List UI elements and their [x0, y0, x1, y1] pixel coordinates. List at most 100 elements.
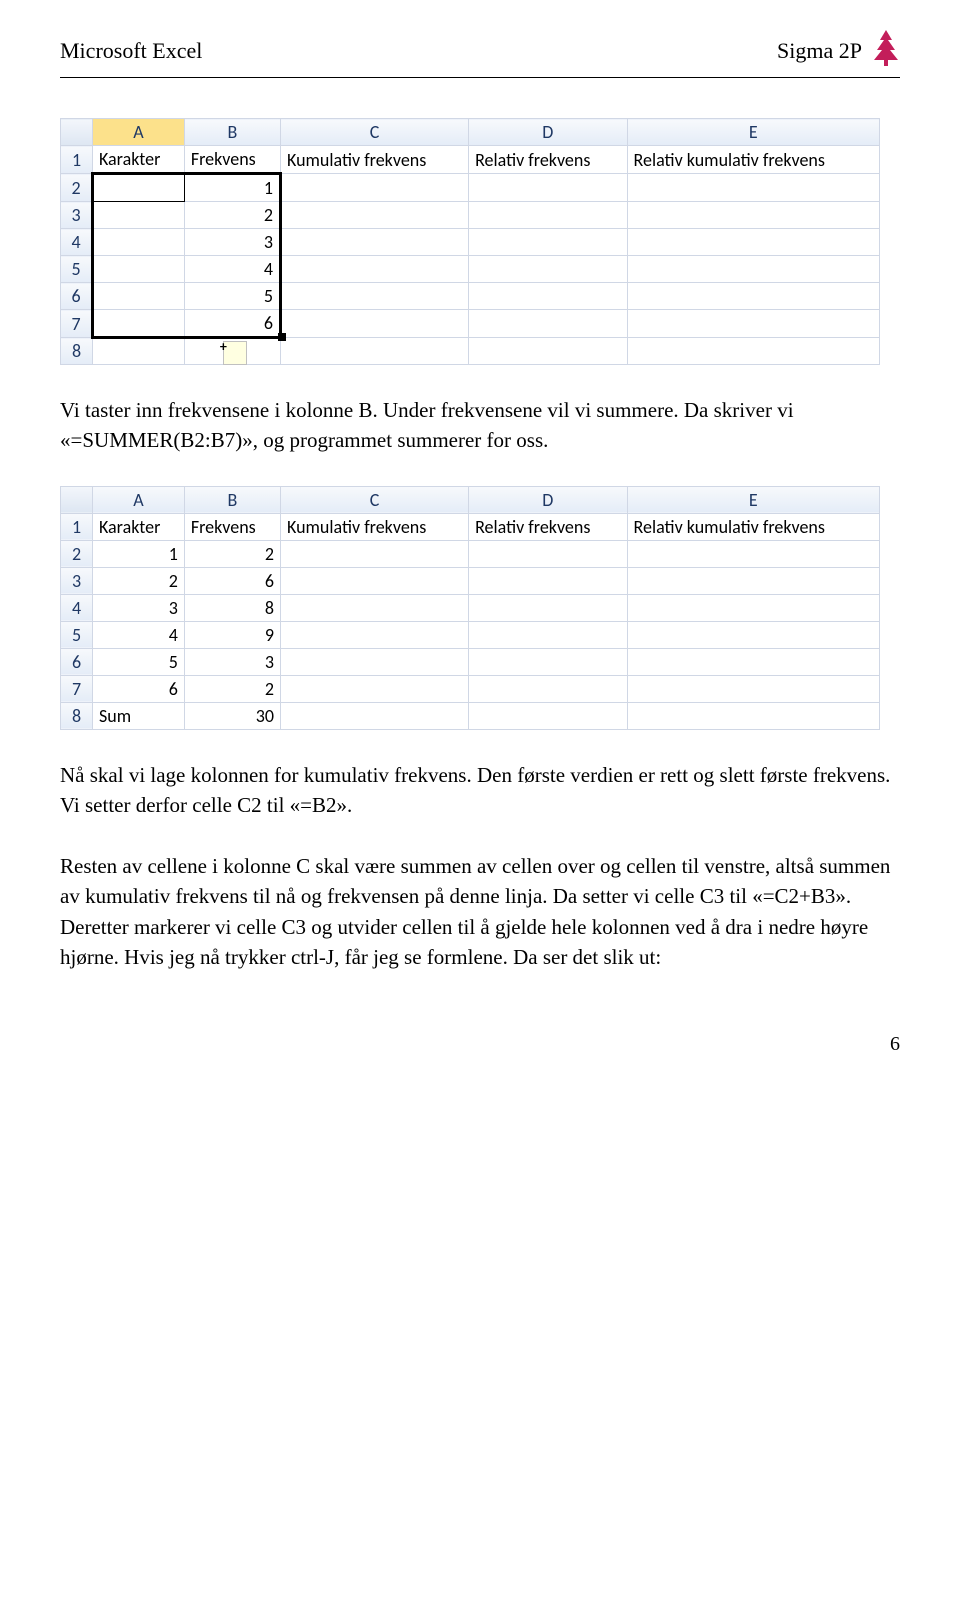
- cell[interactable]: Karakter: [93, 146, 185, 174]
- cell[interactable]: [281, 256, 469, 283]
- cell[interactable]: [469, 567, 627, 594]
- cell[interactable]: 4: [184, 256, 280, 283]
- cell[interactable]: Relativ kumulativ frekvens: [627, 146, 879, 174]
- cell[interactable]: 9: [184, 621, 280, 648]
- cell[interactable]: [627, 540, 879, 567]
- col-header-B[interactable]: B: [184, 119, 280, 146]
- row-header[interactable]: 6: [61, 648, 93, 675]
- cell[interactable]: 3: [93, 594, 185, 621]
- cell[interactable]: [627, 202, 879, 229]
- cell[interactable]: Sum: [93, 702, 185, 729]
- cell[interactable]: [469, 310, 627, 338]
- row-header[interactable]: 1: [61, 146, 93, 174]
- cell[interactable]: 2: [184, 540, 280, 567]
- row-header[interactable]: 6: [61, 283, 93, 310]
- cell[interactable]: [627, 338, 879, 365]
- row-header[interactable]: 7: [61, 675, 93, 702]
- cell[interactable]: [469, 174, 627, 202]
- cell[interactable]: [93, 229, 185, 256]
- col-header-C[interactable]: C: [281, 486, 469, 513]
- cell[interactable]: [93, 338, 185, 365]
- cell[interactable]: [469, 675, 627, 702]
- col-header-C[interactable]: C: [281, 119, 469, 146]
- cell[interactable]: [281, 338, 469, 365]
- row-header[interactable]: 2: [61, 174, 93, 202]
- cell[interactable]: 2: [93, 567, 185, 594]
- cell[interactable]: 6: [184, 310, 280, 338]
- cell[interactable]: 5: [93, 648, 185, 675]
- cell-selected[interactable]: [93, 174, 185, 202]
- cell[interactable]: Relativ kumulativ frekvens: [627, 513, 879, 540]
- cell[interactable]: 8: [184, 594, 280, 621]
- cell-fill-target[interactable]: [184, 338, 280, 365]
- cell[interactable]: [627, 648, 879, 675]
- cell[interactable]: 2: [184, 202, 280, 229]
- cell[interactable]: 1: [184, 174, 280, 202]
- cell[interactable]: 3: [184, 229, 280, 256]
- col-header-A[interactable]: A: [93, 486, 185, 513]
- cell[interactable]: [627, 310, 879, 338]
- cell[interactable]: Relativ frekvens: [469, 513, 627, 540]
- cell[interactable]: [627, 283, 879, 310]
- cell[interactable]: Kumulativ frekvens: [281, 513, 469, 540]
- cell[interactable]: [281, 567, 469, 594]
- cell[interactable]: 3: [184, 648, 280, 675]
- cell[interactable]: 30: [184, 702, 280, 729]
- cell[interactable]: [93, 256, 185, 283]
- cell[interactable]: 6: [184, 567, 280, 594]
- cell[interactable]: Frekvens: [184, 513, 280, 540]
- cell[interactable]: Kumulativ frekvens: [281, 146, 469, 174]
- row-header[interactable]: 4: [61, 229, 93, 256]
- cell[interactable]: [281, 594, 469, 621]
- cell[interactable]: [627, 174, 879, 202]
- cell[interactable]: [469, 283, 627, 310]
- cell[interactable]: [469, 540, 627, 567]
- row-header[interactable]: 5: [61, 621, 93, 648]
- cell[interactable]: [627, 621, 879, 648]
- col-header-A[interactable]: A: [93, 119, 185, 146]
- cell[interactable]: [469, 256, 627, 283]
- cell[interactable]: [469, 338, 627, 365]
- row-header[interactable]: 4: [61, 594, 93, 621]
- cell[interactable]: [281, 621, 469, 648]
- cell[interactable]: 6: [93, 675, 185, 702]
- cell[interactable]: Karakter: [93, 513, 185, 540]
- cell[interactable]: [469, 594, 627, 621]
- cell[interactable]: [627, 567, 879, 594]
- cell[interactable]: [93, 202, 185, 229]
- row-header[interactable]: 7: [61, 310, 93, 338]
- select-all-corner[interactable]: [61, 486, 93, 513]
- row-header[interactable]: 8: [61, 338, 93, 365]
- cell[interactable]: [93, 283, 185, 310]
- row-header[interactable]: 3: [61, 567, 93, 594]
- col-header-B[interactable]: B: [184, 486, 280, 513]
- col-header-D[interactable]: D: [469, 119, 627, 146]
- cell[interactable]: 2: [184, 675, 280, 702]
- cell[interactable]: [627, 256, 879, 283]
- cell[interactable]: [627, 702, 879, 729]
- cell[interactable]: Relativ frekvens: [469, 146, 627, 174]
- cell[interactable]: [469, 621, 627, 648]
- cell[interactable]: [469, 648, 627, 675]
- cell[interactable]: 5: [184, 283, 280, 310]
- cell[interactable]: [281, 675, 469, 702]
- row-header[interactable]: 3: [61, 202, 93, 229]
- row-header[interactable]: 1: [61, 513, 93, 540]
- cell[interactable]: [627, 675, 879, 702]
- cell[interactable]: [281, 229, 469, 256]
- col-header-E[interactable]: E: [627, 119, 879, 146]
- cell[interactable]: [93, 310, 185, 338]
- cell[interactable]: [281, 310, 469, 338]
- row-header[interactable]: 8: [61, 702, 93, 729]
- cell[interactable]: [281, 648, 469, 675]
- cell[interactable]: 4: [93, 621, 185, 648]
- cell[interactable]: [627, 229, 879, 256]
- col-header-E[interactable]: E: [627, 486, 879, 513]
- cell[interactable]: [469, 229, 627, 256]
- cell[interactable]: [469, 702, 627, 729]
- cell[interactable]: [281, 202, 469, 229]
- cell[interactable]: Frekvens: [184, 146, 280, 174]
- cell[interactable]: [281, 702, 469, 729]
- row-header[interactable]: 2: [61, 540, 93, 567]
- cell[interactable]: [469, 202, 627, 229]
